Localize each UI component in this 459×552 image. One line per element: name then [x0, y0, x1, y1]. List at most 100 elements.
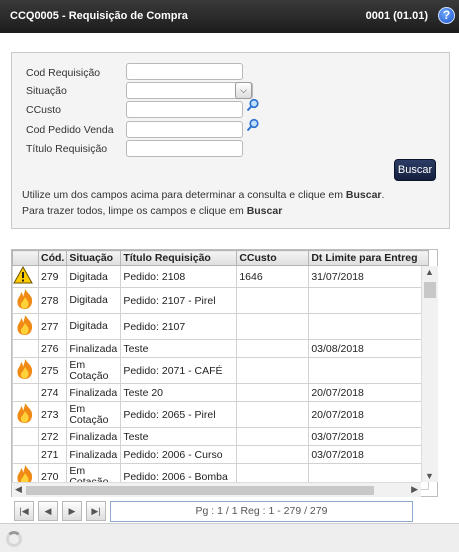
cell-dt: [308, 357, 430, 384]
table-row[interactable]: 274 Finalizada Teste 20 20/07/2018: [12, 383, 430, 402]
table-row[interactable]: 276 Finalizada Teste 03/08/2018: [12, 339, 430, 358]
search-icon[interactable]: [246, 118, 260, 132]
col-icon[interactable]: [12, 250, 39, 266]
prev-page-button[interactable]: ◀: [38, 501, 58, 521]
cell-cod: 274: [37, 383, 68, 402]
table-row[interactable]: 275 Em Cotação Pedido: 2071 - CAFÉ: [12, 357, 430, 384]
cell-situacao: Digitada: [66, 313, 122, 340]
cell-cod: 275: [37, 357, 68, 384]
row-icon-cell: [12, 445, 39, 464]
table-header: Cód. Situação Título Requisição CCusto D…: [12, 250, 430, 266]
version-label: 0001 (01.01): [365, 10, 428, 22]
pager: |◀ ◀ ▶ ▶| Pg : 1 / 1 Reg : 1 - 279 / 279: [11, 501, 438, 523]
row-icon-cell: [12, 339, 39, 358]
situacao-label: Situação: [26, 85, 67, 97]
col-cod[interactable]: Cód.: [37, 250, 68, 266]
results-table: Cód. Situação Título Requisição CCusto D…: [12, 250, 430, 490]
row-icon-cell: [12, 401, 39, 428]
cell-ccusto: [236, 287, 310, 314]
cell-situacao: Finalizada: [66, 339, 122, 358]
cell-cod: 272: [37, 427, 68, 446]
table-row[interactable]: 277 Digitada Pedido: 2107: [12, 313, 430, 340]
cell-cod: 273: [37, 401, 68, 428]
next-page-button[interactable]: ▶: [62, 501, 82, 521]
cell-dt: 20/07/2018: [308, 401, 430, 428]
cell-situacao: Em Cotação: [66, 401, 122, 428]
cell-titulo: Teste: [120, 339, 238, 358]
table-row[interactable]: 272 Finalizada Teste 03/07/2018: [12, 427, 430, 446]
titulo-requisicao-label: Título Requisição: [26, 143, 108, 155]
row-icon-cell: [12, 287, 39, 314]
table-row[interactable]: 279 Digitada Pedido: 2108 1646 31/07/2018: [12, 265, 430, 288]
cell-dt: 03/08/2018: [308, 339, 430, 358]
col-dt-limite[interactable]: Dt Limite para Entreg: [308, 250, 430, 266]
results-grid: Cód. Situação Título Requisição CCusto D…: [11, 249, 438, 497]
search-icon[interactable]: [246, 98, 260, 112]
cell-cod: 279: [37, 265, 68, 288]
hint-line-1: Utilize um dos campos acima para determi…: [22, 189, 385, 201]
cell-titulo: Pedido: 2006 - Curso: [120, 445, 238, 464]
ccusto-label: CCusto: [26, 104, 62, 116]
cell-titulo: Pedido: 2107 - Pirel: [120, 287, 238, 314]
warning-icon: [13, 266, 34, 287]
cell-situacao: Finalizada: [66, 445, 122, 464]
page-info: Pg : 1 / 1 Reg : 1 - 279 / 279: [110, 501, 413, 522]
cell-ccusto: [236, 401, 310, 428]
first-page-button[interactable]: |◀: [14, 501, 34, 521]
cell-ccusto: 1646: [236, 265, 310, 288]
table-body: 279 Digitada Pedido: 2108 1646 31/07/2018 278…: [12, 265, 430, 490]
col-situacao[interactable]: Situação: [66, 250, 122, 266]
ccusto-input[interactable]: [126, 101, 243, 118]
vertical-scrollbar[interactable]: ▲ ▼: [421, 266, 438, 482]
cell-cod: 278: [37, 287, 68, 314]
cell-ccusto: [236, 445, 310, 464]
cell-situacao: Digitada: [66, 287, 122, 314]
cell-ccusto: [236, 383, 310, 402]
title-bar: CCQ0005 - Requisição de Compra 0001 (01.…: [0, 0, 459, 33]
row-icon-cell: [12, 265, 39, 288]
cell-titulo: Pedido: 2071 - CAFÉ: [120, 357, 238, 384]
cod-pedido-venda-label: Cod Pedido Venda: [26, 124, 114, 136]
last-page-button[interactable]: ▶|: [86, 501, 106, 521]
table-row[interactable]: 271 Finalizada Pedido: 2006 - Curso 03/07/2…: [12, 445, 430, 464]
col-ccusto[interactable]: CCusto: [236, 250, 310, 266]
cod-requisicao-input[interactable]: [126, 63, 243, 80]
buscar-button[interactable]: Buscar: [394, 159, 436, 181]
cell-cod: 277: [37, 313, 68, 340]
cell-dt: 20/07/2018: [308, 383, 430, 402]
loading-icon: [6, 531, 22, 547]
row-icon-cell: [12, 427, 39, 446]
cell-ccusto: [236, 357, 310, 384]
cod-pedido-venda-input[interactable]: [126, 121, 243, 138]
chevron-down-icon[interactable]: ⌵: [235, 82, 252, 99]
footer-bar: [0, 523, 459, 552]
situacao-select[interactable]: [126, 82, 253, 99]
titulo-requisicao-input[interactable]: [126, 140, 243, 157]
table-row[interactable]: 273 Em Cotação Pedido: 2065 - Pirel 20/07/2…: [12, 401, 430, 428]
window-title: CCQ0005 - Requisição de Compra: [10, 10, 188, 22]
cell-dt: [308, 287, 430, 314]
cell-ccusto: [236, 427, 310, 446]
cell-situacao: Finalizada: [66, 383, 122, 402]
fire-icon: [14, 359, 38, 383]
cell-ccusto: [236, 313, 310, 340]
fire-icon: [14, 315, 38, 339]
table-row[interactable]: 278 Digitada Pedido: 2107 - Pirel: [12, 287, 430, 314]
cell-titulo: Teste 20: [120, 383, 238, 402]
hint-line-2: Para trazer todos, limpe os campos e cli…: [22, 205, 283, 217]
row-icon-cell: [12, 313, 39, 340]
help-icon[interactable]: ?: [438, 7, 455, 24]
horizontal-scrollbar[interactable]: ◀ ▶: [12, 482, 421, 497]
cell-titulo: Pedido: 2065 - Pirel: [120, 401, 238, 428]
cell-cod: 276: [37, 339, 68, 358]
cell-titulo: Pedido: 2108: [120, 265, 238, 288]
cod-requisicao-label: Cod Requisição: [26, 67, 101, 79]
fire-icon: [14, 403, 38, 427]
row-icon-cell: [12, 383, 39, 402]
row-icon-cell: [12, 357, 39, 384]
fire-icon: [14, 289, 38, 313]
cell-ccusto: [236, 339, 310, 358]
cell-titulo: Teste: [120, 427, 238, 446]
col-titulo[interactable]: Título Requisição: [120, 250, 238, 266]
filter-panel: Cod Requisição Situação ⌵ CCusto Cod Ped…: [11, 52, 450, 229]
